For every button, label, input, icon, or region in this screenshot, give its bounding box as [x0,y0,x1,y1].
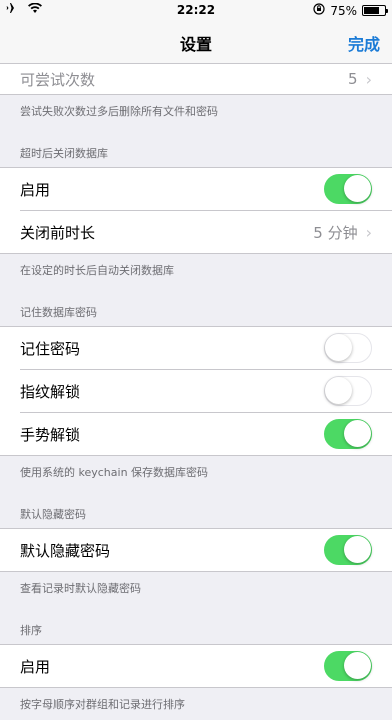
attempts-value: 5 [348,70,358,88]
battery-percent: 75% [330,3,357,18]
remember-password-row: 记住密码 [0,327,392,369]
attempts-footer: 尝试失败次数过多后删除所有文件和密码 [20,105,218,118]
gesture-label: 手势解锁 [20,425,81,444]
hide-password-toggle[interactable] [324,535,372,565]
close-duration-value: 5 分钟 [313,223,358,242]
fingerprint-toggle[interactable] [324,376,372,406]
toggle-knob [344,536,371,563]
sort-footer: 按字母顺序对群组和记录进行排序 [20,698,185,711]
gesture-toggle[interactable] [324,419,372,449]
status-right: 75% [313,3,388,18]
page-title: 设置 [179,35,212,54]
sort-enable-label: 启用 [20,657,51,676]
toggle-knob [325,334,352,361]
sort-toggle[interactable] [324,651,372,681]
auto-close-enable-label: 启用 [20,180,51,199]
auto-close-toggle[interactable] [324,174,372,204]
chevron-right-icon: › [365,222,372,242]
close-duration-row[interactable]: 关闭前时长 5 分钟 › [0,211,392,253]
remember-header: 记住数据库密码 [20,306,97,319]
gesture-row: 手势解锁 [0,413,392,455]
sort-header: 排序 [20,624,42,637]
toggle-knob [344,175,371,202]
navigation-bar: 设置 完成 [0,20,392,64]
attempts-row[interactable]: 可尝试次数 5 › [0,64,392,94]
auto-close-enable-row: 启用 [0,168,392,210]
battery-fill [364,7,379,14]
status-bar: 22:22 75% [0,0,392,20]
remember-footer: 使用系统的 keychain 保存数据库密码 [20,466,209,479]
toggle-knob [344,652,371,679]
sort-enable-row: 启用 [0,645,392,687]
remember-password-label: 记住密码 [20,339,81,358]
hide-footer: 查看记录时默认隐藏密码 [20,582,141,595]
settings-list: 可尝试次数 5 › 尝试失败次数过多后删除所有文件和密码 超时后关闭数据库 启用… [0,64,392,720]
attempts-label: 可尝试次数 [20,70,96,89]
hide-password-row: 默认隐藏密码 [0,529,392,571]
fingerprint-label: 指纹解锁 [20,382,81,401]
toggle-knob [344,420,371,447]
close-duration-label: 关闭前时长 [20,223,96,242]
toggle-knob [325,377,352,404]
rotation-lock-icon [313,3,325,18]
auto-close-header: 超时后关闭数据库 [20,147,108,160]
hide-password-label: 默认隐藏密码 [20,541,111,560]
battery-icon [362,5,388,16]
remember-password-toggle[interactable] [324,333,372,363]
auto-close-footer: 在设定的时长后自动关闭数据库 [20,264,174,277]
done-button[interactable]: 完成 [348,31,380,55]
fingerprint-row: 指纹解锁 [0,370,392,412]
chevron-right-icon: › [365,69,372,89]
hide-header: 默认隐藏密码 [20,508,86,521]
